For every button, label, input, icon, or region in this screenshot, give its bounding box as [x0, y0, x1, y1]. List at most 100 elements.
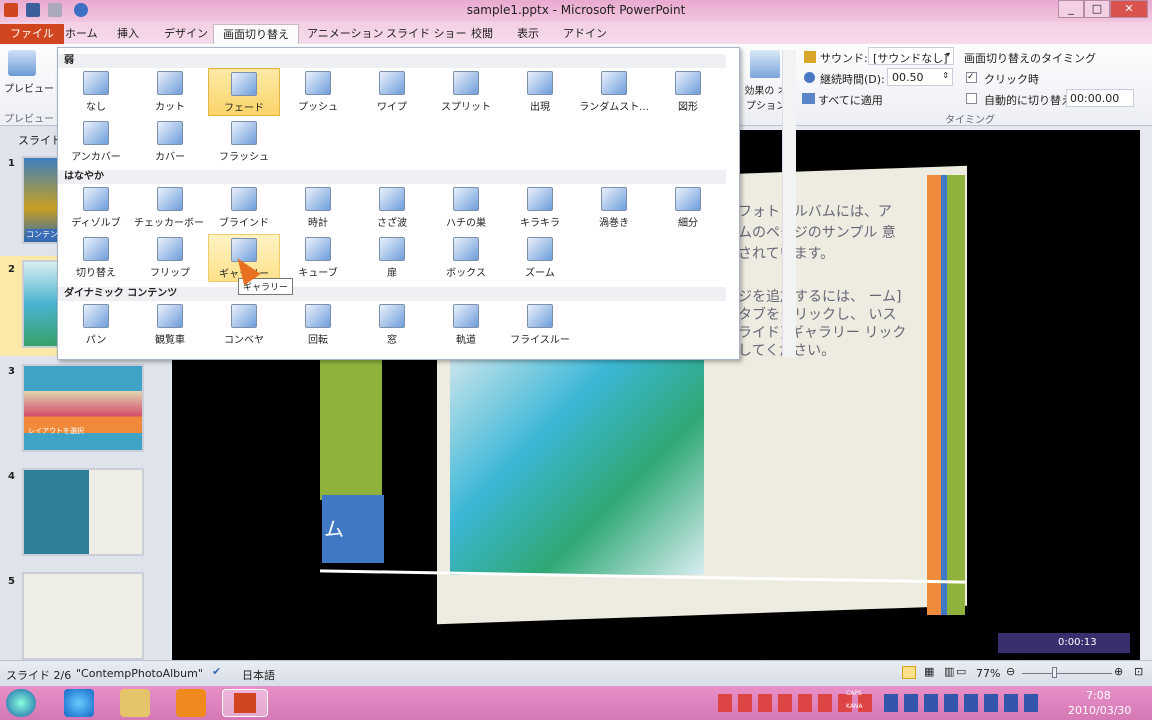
- transition-option[interactable]: フェード: [208, 68, 280, 116]
- tab-design[interactable]: デザイン: [155, 24, 217, 44]
- tab-view[interactable]: 表示: [508, 24, 548, 44]
- transition-option[interactable]: ボックス: [430, 234, 502, 282]
- transition-icon: [305, 71, 331, 95]
- zoom-level[interactable]: 77%: [976, 667, 1000, 680]
- transition-option[interactable]: さざ波: [356, 184, 428, 232]
- transition-option[interactable]: コンベヤ: [208, 301, 280, 349]
- zoom-slider-thumb[interactable]: [1052, 667, 1057, 678]
- sound-label: サウンド:: [820, 52, 868, 65]
- transition-option[interactable]: 回転: [282, 301, 354, 349]
- tab-file[interactable]: ファイル: [0, 24, 64, 44]
- slide-thumbnail-5[interactable]: [22, 572, 144, 660]
- vertical-scrollbar[interactable]: [1140, 130, 1152, 660]
- transition-option[interactable]: プッシュ: [282, 68, 354, 116]
- fit-to-window-button[interactable]: ⊡: [1134, 665, 1143, 678]
- transition-icon: [83, 121, 109, 145]
- zoom-in-button[interactable]: ⊕: [1114, 665, 1123, 678]
- transition-icon: [83, 71, 109, 95]
- transition-option[interactable]: 図形: [652, 68, 724, 116]
- transition-option[interactable]: フリップ: [134, 234, 206, 282]
- transition-option[interactable]: 扉: [356, 234, 428, 282]
- transition-option[interactable]: なし: [60, 68, 132, 116]
- status-language[interactable]: 日本語: [242, 667, 275, 683]
- transition-option[interactable]: キラキラ: [504, 184, 576, 232]
- slide-number: 4: [8, 471, 15, 482]
- slide-thumbnail-4[interactable]: [22, 468, 144, 556]
- slideshow-button[interactable]: ▭: [956, 665, 966, 678]
- transition-option[interactable]: 観覧車: [134, 301, 206, 349]
- gallery-scrollbar[interactable]: [782, 50, 796, 357]
- transition-option[interactable]: 渦巻き: [578, 184, 650, 232]
- slide-green-stripe: [947, 175, 965, 615]
- transition-option[interactable]: キューブ: [282, 234, 354, 282]
- minimize-button[interactable]: _: [1058, 0, 1084, 18]
- transition-option[interactable]: ブラインド: [208, 184, 280, 232]
- reading-view-button[interactable]: ▥: [944, 665, 954, 678]
- spellcheck-icon[interactable]: ✔: [212, 665, 221, 678]
- tab-addins[interactable]: アドイン: [554, 24, 616, 44]
- transition-option[interactable]: アンカバー: [60, 118, 132, 166]
- transition-option[interactable]: カバー: [134, 118, 206, 166]
- transition-option[interactable]: 窓: [356, 301, 428, 349]
- effect-options-icon[interactable]: [750, 50, 780, 78]
- preview-icon[interactable]: [8, 50, 36, 76]
- transition-label: 時計: [308, 218, 328, 229]
- sound-dropdown[interactable]: [サウンドなし] ▾: [868, 47, 954, 65]
- transition-option[interactable]: 軌道: [430, 301, 502, 349]
- auto-after-input[interactable]: 00:00.00: [1066, 89, 1134, 107]
- transition-icon: [527, 71, 553, 95]
- maximize-button[interactable]: □: [1084, 0, 1110, 18]
- transition-option[interactable]: スプリット: [430, 68, 502, 116]
- transition-option[interactable]: ズーム: [504, 234, 576, 282]
- transition-icon: [83, 237, 109, 261]
- transition-option[interactable]: 切り替え: [60, 234, 132, 282]
- status-theme: "ContempPhotoAlbum": [76, 667, 203, 680]
- transition-option[interactable]: フラッシュ: [208, 118, 280, 166]
- transition-option[interactable]: チェッカーボード: [134, 184, 206, 232]
- slide-sorter-button[interactable]: ▦: [924, 665, 934, 678]
- duration-input[interactable]: 00.50 ⇕: [887, 68, 953, 86]
- system-tray-icons[interactable]: [884, 694, 1044, 712]
- explorer-icon[interactable]: [120, 689, 150, 717]
- close-button[interactable]: ✕: [1110, 0, 1148, 18]
- apply-all-button[interactable]: すべてに適用: [818, 92, 883, 108]
- transition-option[interactable]: 時計: [282, 184, 354, 232]
- slide-thumbnail-3[interactable]: レイアウトを選択: [22, 364, 144, 452]
- transition-option[interactable]: ディゾルブ: [60, 184, 132, 232]
- media-player-icon[interactable]: [176, 689, 206, 717]
- spinner-icon[interactable]: ⇕: [942, 71, 949, 80]
- tab-slideshow[interactable]: スライド ショー: [377, 24, 476, 44]
- transition-option[interactable]: 出現: [504, 68, 576, 116]
- zoom-slider[interactable]: [1022, 673, 1112, 674]
- clock-date[interactable]: 2010/03/30: [1068, 704, 1131, 717]
- preview-button[interactable]: プレビュー: [4, 80, 54, 95]
- normal-view-button[interactable]: [902, 666, 916, 679]
- slide-body-text-2[interactable]: ジを追加するには、 ーム] タブをクリックし、 いスライド] ギャラリー リック…: [738, 288, 908, 360]
- transition-label: 扉: [387, 268, 397, 279]
- on-click-checkbox[interactable]: ✓: [966, 72, 977, 83]
- auto-after-checkbox[interactable]: [966, 93, 977, 104]
- tab-review[interactable]: 校閲: [462, 24, 502, 44]
- slide-photo[interactable]: [450, 360, 704, 575]
- media-player-bar[interactable]: 0:00:13: [998, 633, 1130, 653]
- transition-option[interactable]: ワイプ: [356, 68, 428, 116]
- clock-time[interactable]: 7:08: [1086, 689, 1111, 702]
- transition-option[interactable]: フライスルー: [504, 301, 576, 349]
- internet-explorer-icon[interactable]: [64, 689, 94, 717]
- transition-option[interactable]: カット: [134, 68, 206, 116]
- tab-insert[interactable]: 挿入: [108, 24, 148, 44]
- transition-option[interactable]: ランダムスト...: [578, 68, 650, 116]
- transition-label: 切り替え: [76, 268, 116, 279]
- start-button[interactable]: [6, 689, 36, 717]
- slide-body-text-1[interactable]: フォトアルバムには、ア ムのページのサンプル 意されています。: [738, 202, 908, 265]
- apply-all-icon: [802, 93, 815, 104]
- transition-option[interactable]: 細分: [652, 184, 724, 232]
- tab-home[interactable]: ホーム: [56, 24, 107, 44]
- transition-option[interactable]: ハチの巣: [430, 184, 502, 232]
- sound-icon: [804, 51, 816, 63]
- zoom-out-button[interactable]: ⊖: [1006, 665, 1015, 678]
- tab-transitions[interactable]: 画面切り替え: [213, 24, 299, 44]
- powerpoint-taskbar-button[interactable]: [222, 689, 268, 717]
- transition-option[interactable]: パン: [60, 301, 132, 349]
- status-bar: スライド 2/6 "ContempPhotoAlbum" ✔ 日本語 ▦ ▥ ▭…: [0, 660, 1152, 686]
